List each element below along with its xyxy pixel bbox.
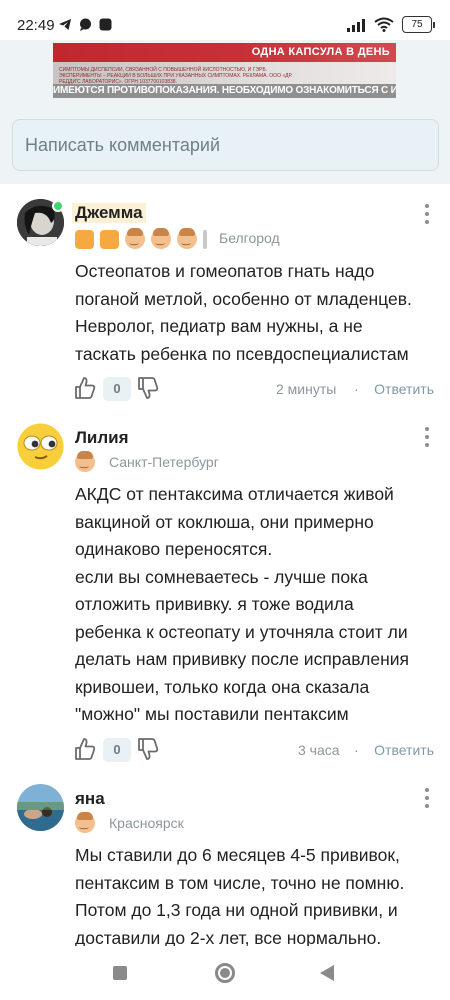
like-count: 0 [103,377,131,401]
comment-line: пентаксим в том числе, точно не помню. [75,872,405,893]
more-options-icon[interactable] [424,427,430,447]
separator-dot: · [354,742,359,758]
child-avatar-icon [151,228,171,249]
comment-actions: 0 3 часа · Ответить [74,737,434,763]
smiley-avatar [17,423,64,470]
badge-icon [100,229,119,249]
user-badges [75,228,207,249]
ad-headline: ОДНА КАПСУЛА В ДЕНЬ [251,46,390,58]
more-options-icon[interactable] [424,788,430,808]
wifi-icon [374,17,394,32]
comment-line: Невролог, педиатр вам нужны, а не [75,316,363,336]
notification-icons [58,18,112,31]
avatar[interactable] [17,423,64,470]
user-badges [75,451,95,472]
battery-icon: 75 [402,16,435,33]
recent-apps-icon[interactable] [113,966,127,980]
comment-line: если вы сомневаетесь - лучше пока [75,566,368,587]
author-city: Красноярск [109,815,184,831]
like-count: 0 [103,738,131,762]
signal-icon [347,18,365,32]
ad-area: ОДНА КАПСУЛА В ДЕНЬ СИМПТОМЫ ДИСПЕПСИИ, … [0,40,450,106]
comment-line: поганой метлой, особенно от младенцев. [75,288,412,309]
more-options-icon[interactable] [424,204,430,224]
comment-line: Остеопатов и гомеопатов гнать надо [75,261,375,281]
comment-time: 3 часа [298,742,340,758]
telegram-icon [59,19,71,30]
comment-line: АКДС от пентаксима отличается живой [75,484,394,504]
avatar[interactable] [17,784,64,831]
comment-actions: 0 2 минуты · Ответить [74,376,434,402]
author-name[interactable]: Джемма [72,203,146,223]
separator-dot: · [354,381,359,397]
child-avatar-icon [75,812,95,833]
online-indicator [52,200,64,212]
comment-line: таскать ребенка по псевдоспециалистам [75,343,409,364]
comment-text: Мы ставили до 6 месяцев 4-5 прививок, пе… [75,842,440,952]
comment-input[interactable]: Написать комментарий [12,119,439,171]
child-avatar-icon [75,451,95,472]
dislike-icon[interactable] [137,737,159,761]
status-time: 22:49 [17,17,55,34]
child-avatar-icon [125,228,145,249]
back-icon[interactable] [320,965,334,981]
app-square-icon [99,18,112,31]
ad-warning: ИМЕЮТСЯ ПРОТИВОПОКАЗАНИЯ. НЕОБХОДИМО ОЗН… [53,84,396,98]
author-city: Белгород [219,230,280,246]
comment-text: АКДС от пентаксима отличается живой вакц… [75,481,440,729]
comment-line: Потом до 1,3 года ни одной прививки, и [75,900,398,920]
badge-divider [203,229,207,249]
home-icon[interactable] [215,963,235,983]
comment-line: кривошеи, только когда она сказала [75,676,370,697]
author-name[interactable]: яна [75,789,105,809]
chat-bubble-icon [80,18,91,31]
child-avatar-icon [177,228,197,249]
user-badges [75,812,95,833]
author-name[interactable]: Лилия [75,428,129,448]
avatar-photo [17,784,64,831]
ad-disclaimer: СИМПТОМЫ ДИСПЕПСИИ, СВЯЗАННОЙ С ПОВЫШЕНН… [59,67,293,85]
comment-line: одинаково переносятся. [75,539,273,559]
comment-time: 2 минуты [276,381,337,397]
like-icon[interactable] [74,376,96,400]
comment-line: делать нам прививку после исправления [75,649,410,669]
comment-text: Остеопатов и гомеопатов гнать надо поган… [75,258,440,368]
comment-line: отложить прививку. я тоже водила [75,594,354,614]
reply-button[interactable]: Ответить [374,381,434,397]
reply-button[interactable]: Ответить [374,742,434,758]
like-icon[interactable] [74,737,96,761]
badge-icon [75,229,94,249]
comment-line: ребенка к остеопату и уточняла стоит ли [75,621,408,642]
comment-line: вакциной от коклюша, они примерно [75,511,374,532]
system-icons: 75 [346,16,435,33]
author-city: Санкт-Петербург [109,454,219,470]
comment-line: Мы ставили до 6 месяцев 4-5 прививок, [75,845,400,865]
system-nav-bar [0,946,450,1000]
comment-line: "можно" мы поставили пентаксим [75,704,349,724]
dislike-icon[interactable] [137,376,159,400]
ad-banner[interactable]: ОДНА КАПСУЛА В ДЕНЬ СИМПТОМЫ ДИСПЕПСИИ, … [53,43,396,98]
